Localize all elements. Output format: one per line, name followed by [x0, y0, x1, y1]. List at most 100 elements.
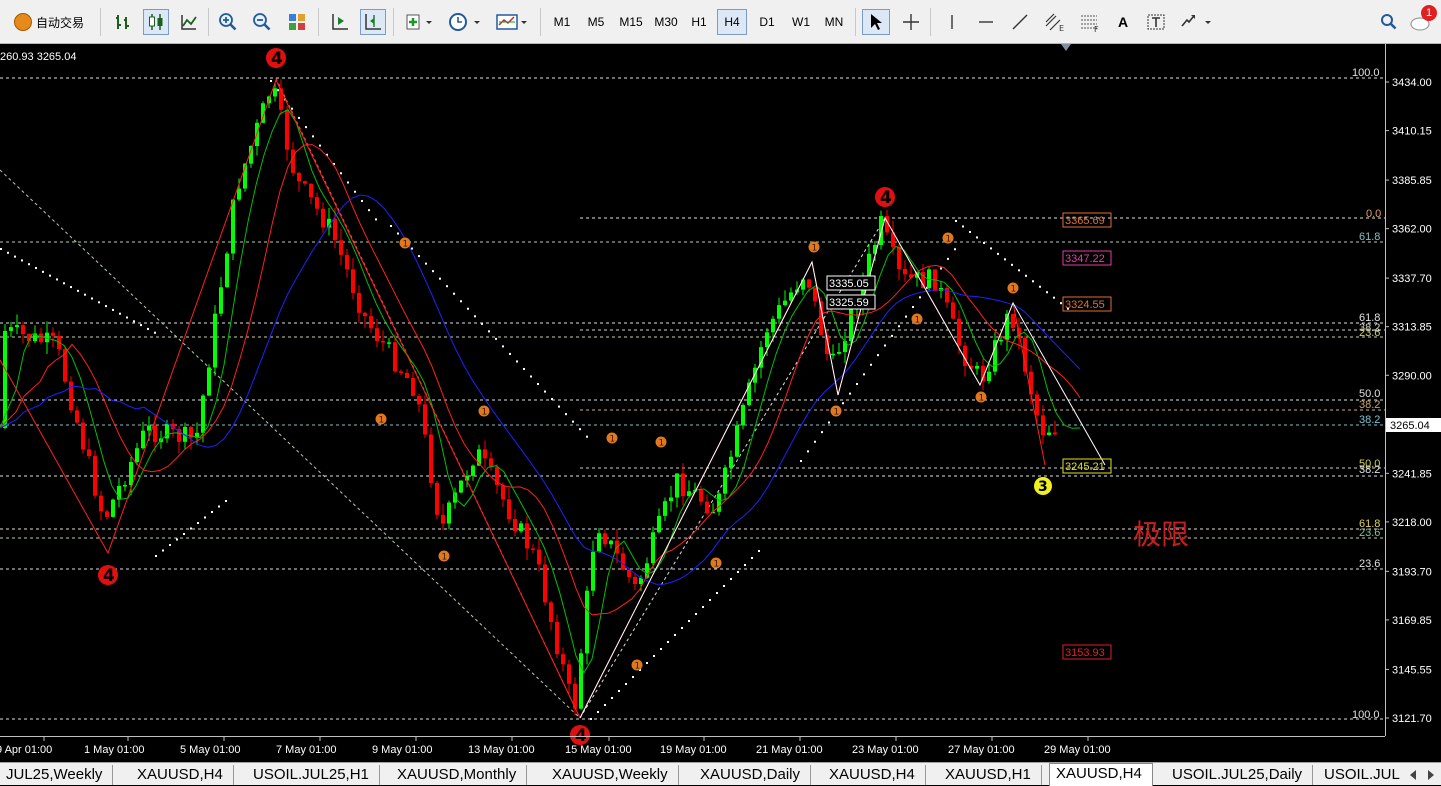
timeframe-m15[interactable]: M15 — [614, 9, 648, 35]
timeframe-h4[interactable]: H4 — [717, 9, 747, 35]
indicators-button[interactable] — [401, 9, 437, 35]
chart-shift-button[interactable] — [360, 9, 386, 35]
sar-dot — [218, 505, 220, 508]
subwave-label-text: 1 — [482, 408, 488, 418]
bar-chart-icon — [116, 15, 129, 29]
horizontal-line-tool-button[interactable] — [972, 9, 1000, 35]
candle-body — [525, 523, 529, 549]
arrows-tool-button[interactable] — [1176, 9, 1216, 35]
zoom-out-icon — [253, 13, 271, 31]
sar-dot — [169, 544, 171, 546]
zoom-out-button[interactable] — [249, 9, 275, 35]
wave-label-text: 4 — [880, 188, 892, 208]
subwave-label-text: 1 — [403, 240, 409, 250]
sar-dot — [744, 564, 746, 566]
notification-badge: 1 — [1421, 5, 1437, 21]
sar-dot — [35, 267, 37, 270]
timeframe-mn[interactable]: MN — [819, 9, 849, 35]
text-label-tool-button[interactable] — [1142, 9, 1170, 35]
tab-xauusd-h4-2[interactable]: XAUUSD,H4 — [823, 765, 926, 785]
candle-body — [531, 548, 535, 550]
sar-dot — [361, 199, 363, 202]
timeframe-m5[interactable]: M5 — [581, 9, 611, 35]
candle-body — [399, 371, 403, 373]
fib-level-label: 100.0 — [1352, 709, 1380, 721]
crosshair-tool-button[interactable] — [897, 9, 925, 35]
candle-body — [957, 318, 961, 346]
candle-body — [567, 664, 571, 684]
candle-body — [309, 183, 313, 198]
line-chart-button[interactable] — [176, 9, 202, 35]
sar-dot — [891, 334, 893, 337]
periodicity-button[interactable] — [445, 9, 485, 35]
timeframe-w1[interactable]: W1 — [786, 9, 816, 35]
tab-xauusd-h4-1[interactable]: XAUUSD,H4 — [131, 765, 234, 785]
candle-body — [141, 430, 145, 449]
ohlc-info: 260.93 3265.04 — [0, 51, 76, 63]
price-tick-label: 3290.00 — [1392, 370, 1432, 382]
sar-dot — [183, 533, 185, 535]
sar-dot — [375, 218, 377, 221]
price-tick-label: 3145.55 — [1392, 664, 1432, 676]
tab-scroll-left-icon[interactable] — [1408, 769, 1418, 781]
candlestick-button[interactable] — [143, 9, 169, 35]
timeframe-m30[interactable]: M30 — [649, 9, 683, 35]
candle-body — [651, 532, 655, 564]
tab-scroll-right-icon[interactable] — [1426, 769, 1436, 781]
timeframe-d1[interactable]: D1 — [752, 9, 782, 35]
toolbar-separator — [930, 8, 931, 36]
sar-dot — [912, 306, 914, 308]
sar-dot — [695, 613, 697, 615]
candle-body — [705, 501, 709, 514]
crosshair-icon — [903, 14, 919, 30]
time-tick-label: 21 May 01:00 — [756, 744, 823, 756]
candle-body — [351, 269, 355, 293]
tab-xauusd-weekly[interactable]: XAUUSD,Weekly — [546, 765, 679, 785]
autotrade-button[interactable]: 自动交易 — [3, 9, 95, 35]
tab-xauusd-h1[interactable]: XAUUSD,H1 — [939, 765, 1042, 785]
zoom-in-icon — [219, 13, 237, 31]
sar-dot — [105, 305, 107, 308]
price-tick-label: 3241.85 — [1392, 468, 1432, 480]
zoom-in-button[interactable] — [215, 9, 241, 35]
tab-xauusd-daily[interactable]: XAUUSD,Daily — [694, 765, 812, 785]
timeframe-m1[interactable]: M1 — [547, 9, 577, 35]
equidistant-channel-tool-button[interactable]: E — [1040, 9, 1070, 35]
cursor-tool-button[interactable] — [862, 9, 890, 35]
templates-button[interactable] — [492, 9, 532, 35]
candle-body — [429, 434, 433, 483]
tab-usoil-jul[interactable]: USOIL.JUL — [1318, 765, 1410, 785]
candle-body — [903, 268, 907, 275]
search-icon — [1381, 14, 1397, 30]
tab-usoil-jul25-daily[interactable]: USOIL.JUL25,Daily — [1166, 765, 1314, 785]
tab-xauusd-monthly[interactable]: XAUUSD,Monthly — [391, 765, 528, 785]
tab-usoil-jul25-h1[interactable]: USOIL.JUL25,H1 — [247, 765, 380, 785]
search-button[interactable] — [1376, 9, 1402, 35]
text-tool-button[interactable]: A — [1110, 9, 1136, 35]
tab-jul25-weekly[interactable]: JUL25,Weekly — [0, 765, 114, 785]
sar-dot — [523, 367, 525, 370]
vertical-line-tool-button[interactable] — [938, 9, 966, 35]
ma-slow-line — [0, 194, 1081, 585]
sar-dot — [1018, 269, 1020, 272]
candle-body — [543, 564, 547, 603]
price-chart[interactable]: 100.00.061.861.838.223.650.038.238.250.0… — [0, 44, 1441, 762]
auto-scroll-button[interactable] — [327, 9, 353, 35]
candle-body — [1053, 432, 1057, 435]
candle-body — [123, 485, 127, 487]
price-tick-label: 3434.00 — [1392, 77, 1432, 89]
tile-windows-button[interactable] — [284, 9, 310, 35]
fibonacci-tool-button[interactable]: F — [1076, 9, 1104, 35]
notifications-button[interactable]: 1 — [1408, 5, 1438, 35]
candle-body — [1041, 415, 1045, 436]
bar-chart-button[interactable] — [110, 9, 136, 35]
diagonal-lines — [0, 77, 886, 719]
chart-shift-marker[interactable] — [1061, 44, 1071, 51]
sar-dot — [565, 413, 567, 416]
candle-body — [813, 287, 817, 302]
subwave-label-text: 1 — [635, 662, 641, 672]
trendline-tool-button[interactable] — [1006, 9, 1034, 35]
timeframe-h1[interactable]: H1 — [685, 9, 713, 35]
sar-dot — [990, 247, 992, 250]
tab-xauusd-h4-active[interactable]: XAUUSD,H4 — [1049, 763, 1153, 786]
